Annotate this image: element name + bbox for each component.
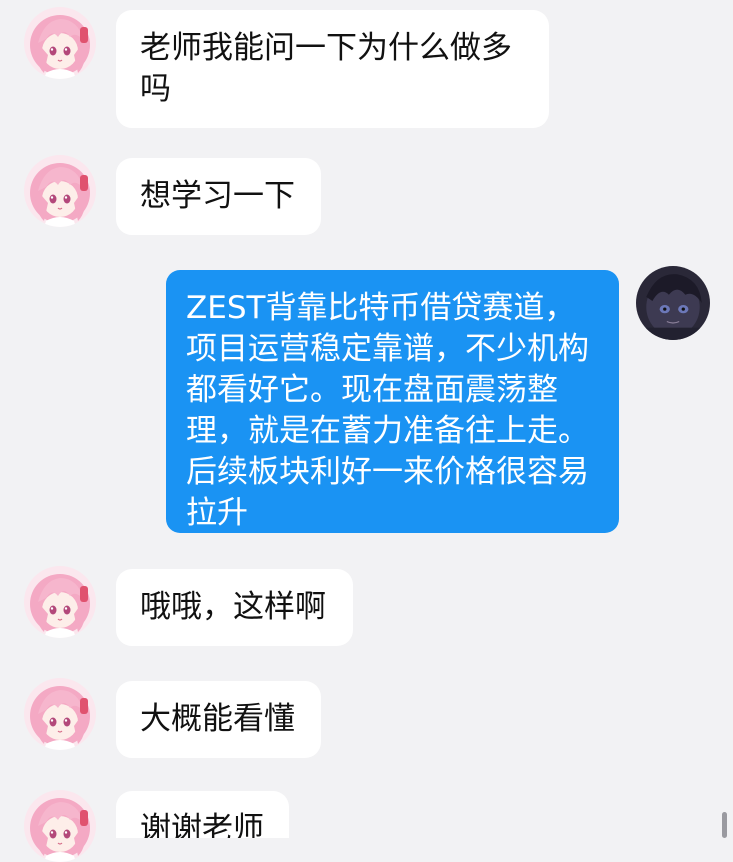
incoming-message-bubble[interactable]: 大概能看懂 — [116, 681, 321, 758]
incoming-message-bubble[interactable]: 老师我能问一下为什么做多吗 — [116, 10, 549, 128]
message-text: 大概能看懂 — [140, 701, 295, 737]
message-text: ZEST背靠比特币借贷赛道，项目运营稳定靠谱，不少机构都看好它。现在盘面震荡整理… — [186, 290, 589, 531]
message-text: 想学习一下 — [140, 178, 295, 214]
contact-avatar[interactable] — [24, 566, 96, 638]
message-text: 谢谢老师 — [140, 811, 264, 838]
incoming-message-bubble[interactable]: 想学习一下 — [116, 158, 321, 235]
contact-avatar[interactable] — [24, 155, 96, 227]
outgoing-message-bubble[interactable]: ZEST背靠比特币借贷赛道，项目运营稳定靠谱，不少机构都看好它。现在盘面震荡整理… — [166, 270, 619, 533]
contact-avatar[interactable] — [24, 7, 96, 79]
message-text: 哦哦，这样啊 — [140, 589, 326, 625]
scrollbar-thumb[interactable] — [722, 812, 727, 838]
chat-view: 老师我能问一下为什么做多吗 想学习一下 ZEST背靠比特币借贷赛道，项目运营稳定… — [0, 0, 733, 838]
incoming-message-bubble[interactable]: 谢谢老师 — [116, 791, 289, 838]
contact-avatar[interactable] — [24, 678, 96, 750]
incoming-message-bubble[interactable]: 哦哦，这样啊 — [116, 569, 353, 646]
contact-avatar[interactable] — [24, 790, 96, 862]
user-avatar[interactable] — [636, 266, 710, 340]
message-text: 老师我能问一下为什么做多吗 — [140, 30, 512, 107]
